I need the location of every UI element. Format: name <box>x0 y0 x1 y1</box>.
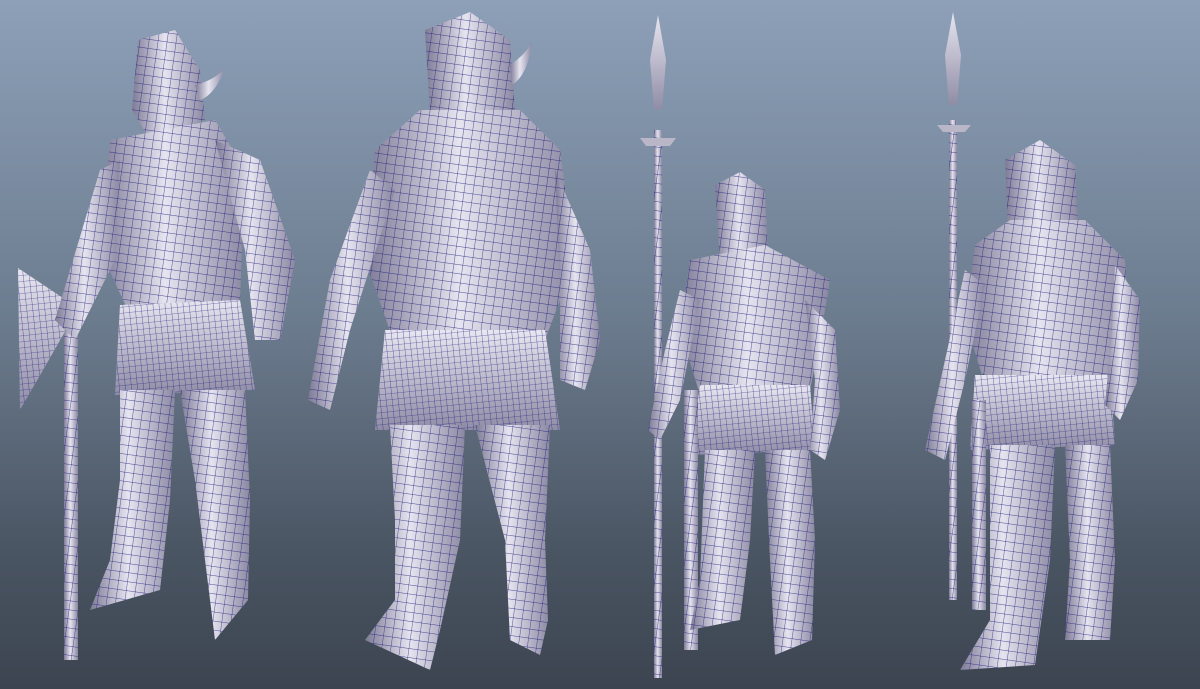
wireframe-render <box>18 12 1140 678</box>
knight-with-axe-front[interactable] <box>18 30 295 660</box>
3d-viewport[interactable] <box>0 0 1200 689</box>
knight-with-spear-front[interactable] <box>640 15 840 678</box>
knight-with-spear-back[interactable] <box>925 12 1140 670</box>
knight-back[interactable] <box>308 12 600 670</box>
